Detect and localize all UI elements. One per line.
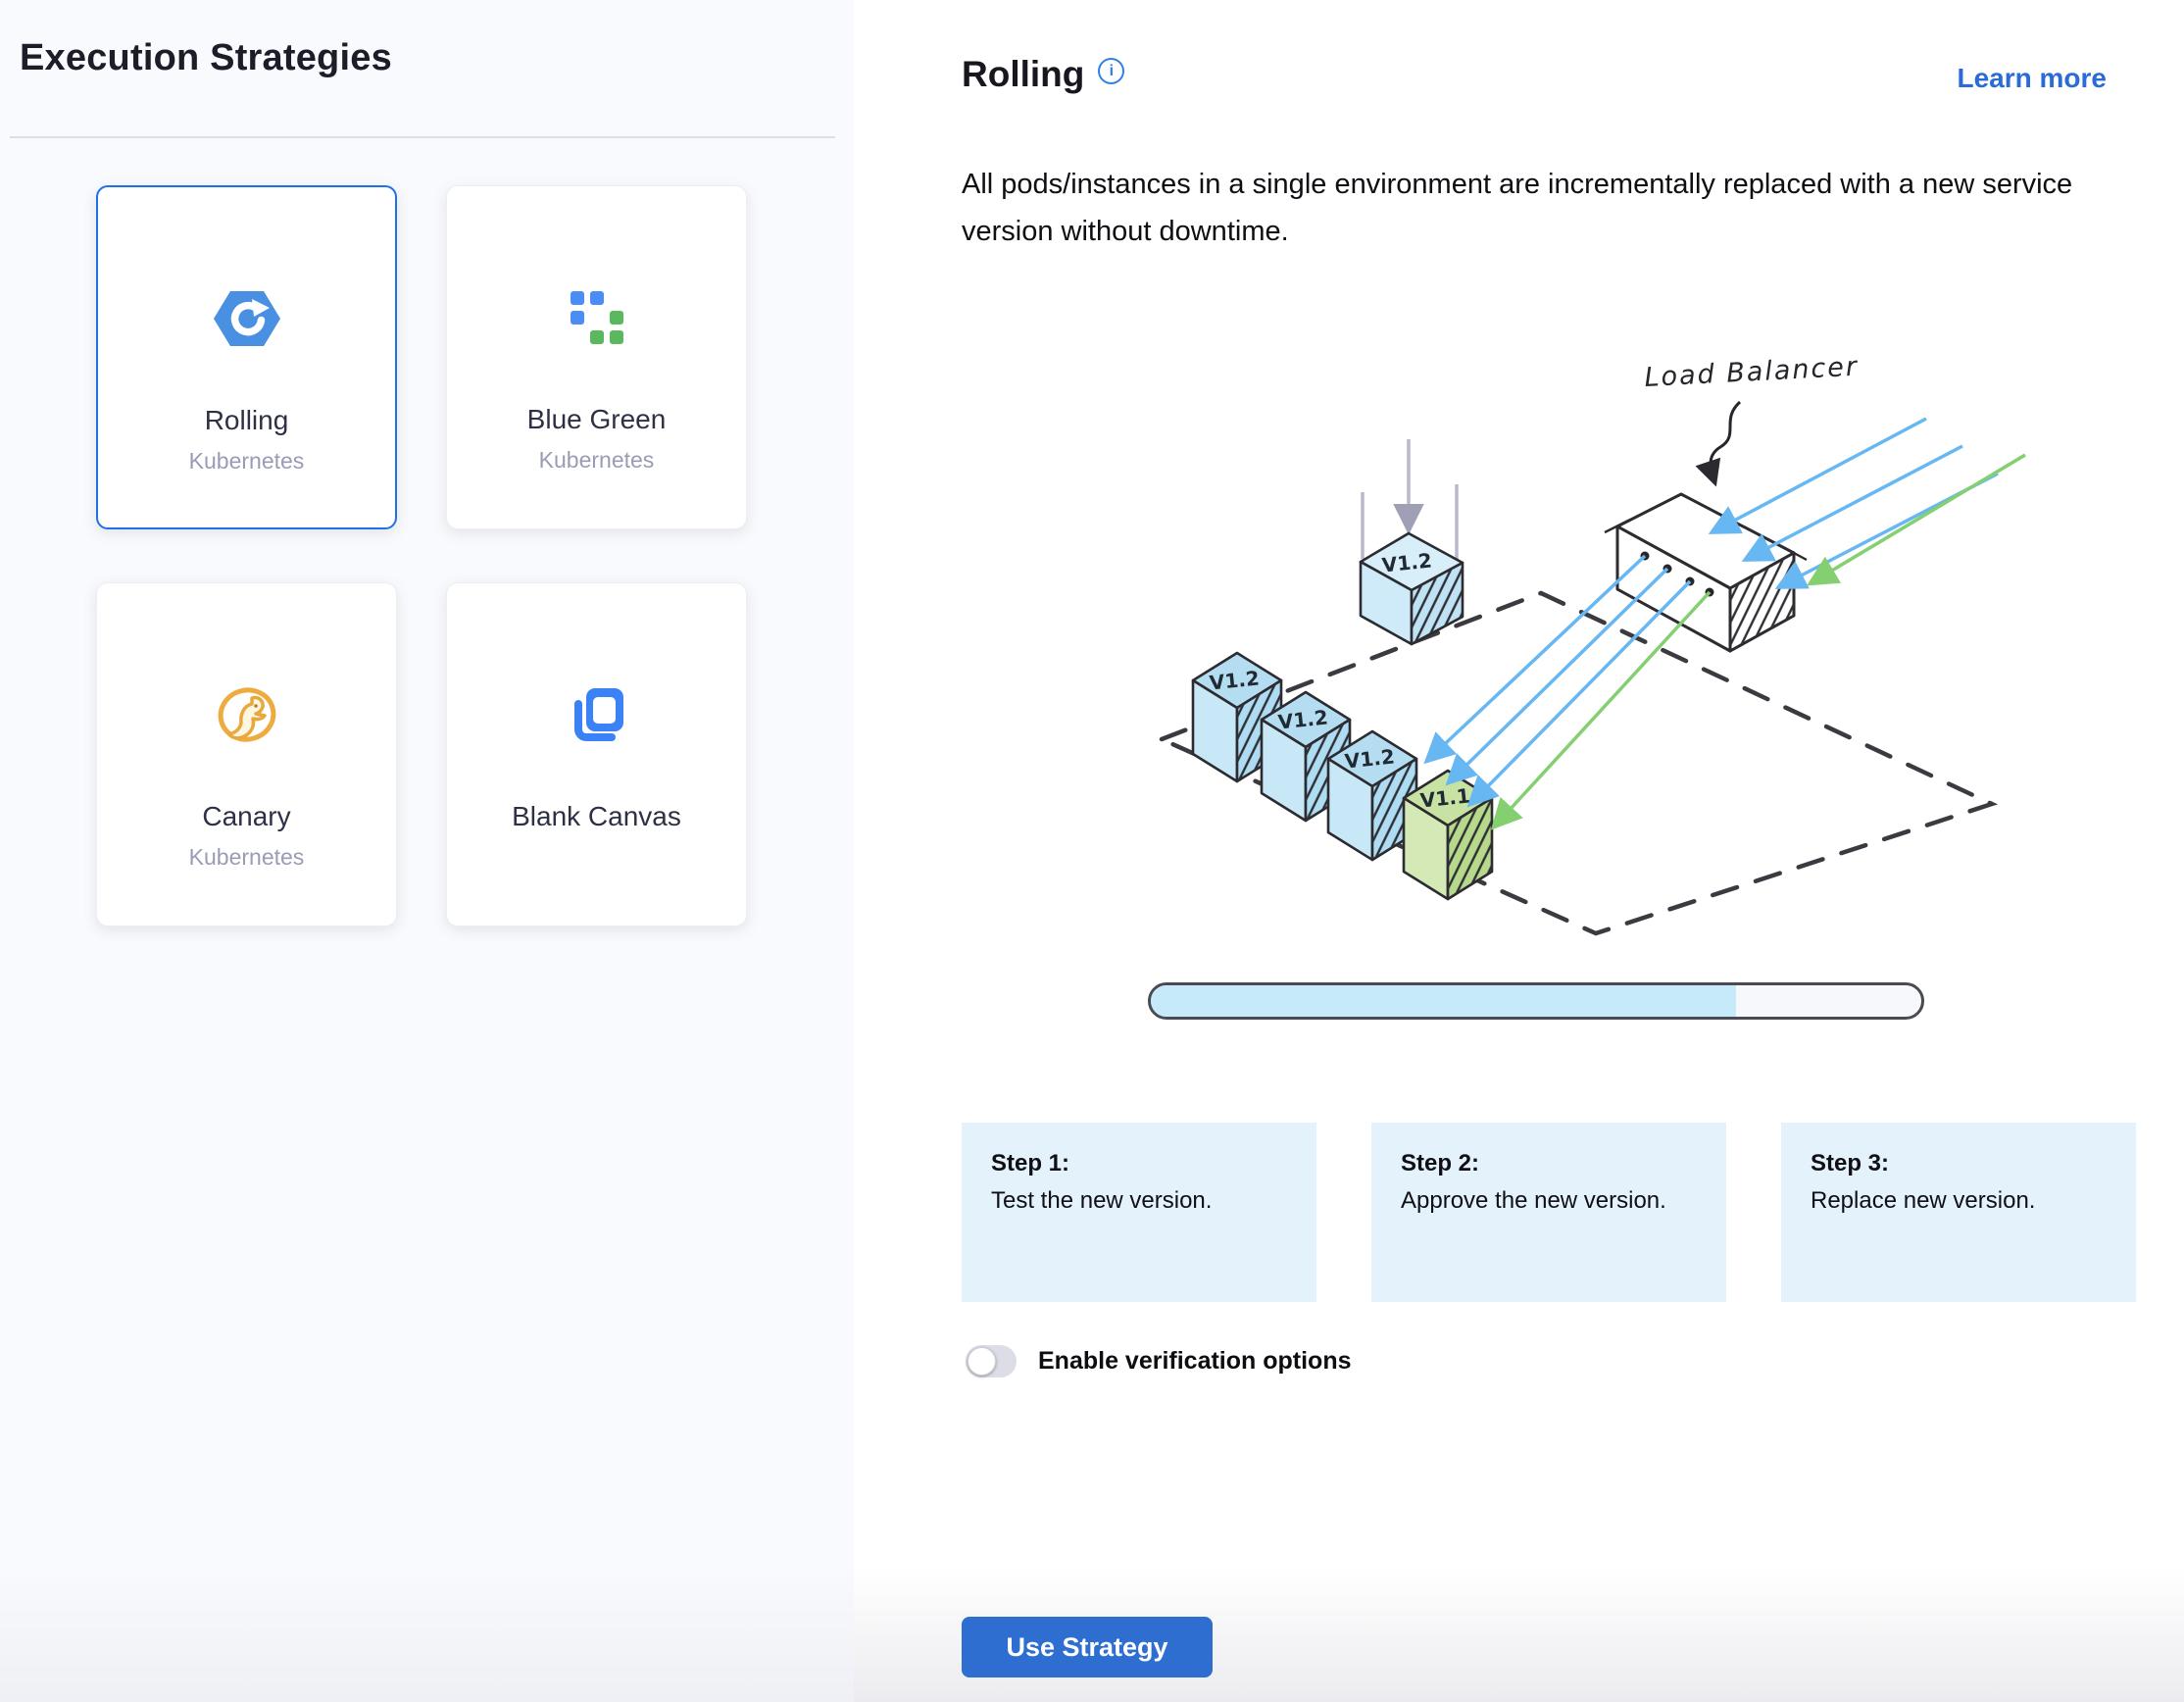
strategy-card-blue-green[interactable]: Blue Green Kubernetes <box>446 185 747 529</box>
canary-bird-icon <box>213 677 281 752</box>
strategy-title: Rolling <box>962 54 1084 95</box>
step-text: Approve the new version. <box>1401 1187 1697 1215</box>
info-icon[interactable]: i <box>1098 58 1124 84</box>
card-title: Rolling <box>205 405 289 436</box>
step-card-1: Step 1: Test the new version. <box>962 1123 1316 1302</box>
step-title: Step 3: <box>1811 1150 2107 1177</box>
step-title: Step 1: <box>991 1150 1287 1177</box>
card-subtitle: Kubernetes <box>189 448 305 475</box>
toggle-knob <box>968 1347 996 1376</box>
card-title: Canary <box>202 801 290 832</box>
divider <box>10 136 835 138</box>
blank-canvas-icon <box>567 677 627 752</box>
page-title: Execution Strategies <box>20 37 392 79</box>
strategy-detail-panel: Rolling i Learn more All pods/instances … <box>854 0 2184 1702</box>
label-pointer-arrow <box>1711 402 1740 478</box>
card-title: Blue Green <box>527 404 667 435</box>
card-subtitle: Kubernetes <box>539 447 655 474</box>
step-text: Replace new version. <box>1811 1187 2107 1215</box>
card-subtitle: Kubernetes <box>189 844 305 871</box>
strategy-card-rolling[interactable]: Rolling Kubernetes <box>96 185 397 529</box>
execution-strategies-panel: Execution Strategies Rolling Kubernetes <box>0 0 854 1702</box>
learn-more-link[interactable]: Learn more <box>1958 63 2108 94</box>
verification-toggle[interactable] <box>966 1345 1017 1377</box>
step-card-3: Step 3: Replace new version. <box>1781 1123 2136 1302</box>
step-title: Step 2: <box>1401 1150 1697 1177</box>
verification-toggle-row: Enable verification options <box>966 1345 1352 1377</box>
step-card-2: Step 2: Approve the new version. <box>1371 1123 1726 1302</box>
strategy-heading-row: Rolling i <box>962 54 1124 95</box>
load-balancer-label: Load Balancer <box>1644 352 1860 393</box>
progress-bar <box>1148 982 1924 1020</box>
strategy-card-blank-canvas[interactable]: Blank Canvas <box>446 582 747 926</box>
blue-green-squares-icon <box>571 280 623 355</box>
rolling-strategy-illustration: V1.2 V1.2 V1.2 V1.2 <box>1108 345 2029 948</box>
strategy-description: All pods/instances in a single environme… <box>962 161 2123 255</box>
use-strategy-button[interactable]: Use Strategy <box>962 1617 1213 1677</box>
card-title: Blank Canvas <box>512 801 681 832</box>
rolling-update-icon <box>211 281 283 356</box>
step-text: Test the new version. <box>991 1187 1287 1215</box>
progress-fill <box>1151 985 1736 1017</box>
load-balancer-box <box>1605 494 1807 651</box>
strategy-card-canary[interactable]: Canary Kubernetes <box>96 582 397 926</box>
verification-toggle-label: Enable verification options <box>1038 1347 1352 1376</box>
